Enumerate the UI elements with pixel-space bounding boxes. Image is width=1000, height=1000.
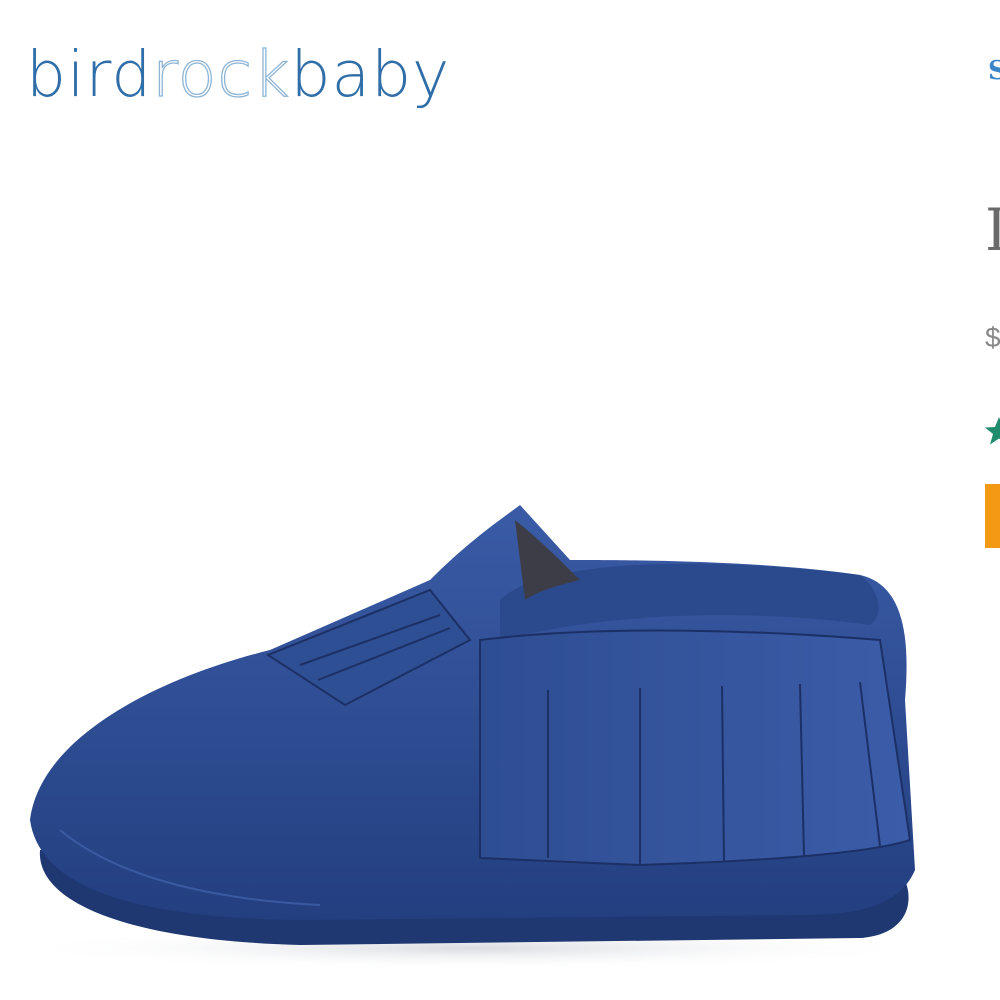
- star-icon[interactable]: [984, 416, 1000, 446]
- logo-word-rock: rock: [152, 37, 291, 111]
- product-title: I: [985, 196, 1000, 264]
- product-price: $: [985, 322, 1000, 353]
- side-fringe: [479, 629, 912, 867]
- brand-logo[interactable]: bird rock baby: [26, 30, 450, 120]
- logo-word-bird: bird: [26, 38, 153, 111]
- product-page: bird rock baby S I $: [0, 0, 1000, 1000]
- logo-word-baby: baby: [290, 38, 451, 111]
- header-nav-link[interactable]: S: [988, 56, 1000, 86]
- product-image: [10, 505, 930, 970]
- add-to-cart-button[interactable]: [985, 484, 1000, 548]
